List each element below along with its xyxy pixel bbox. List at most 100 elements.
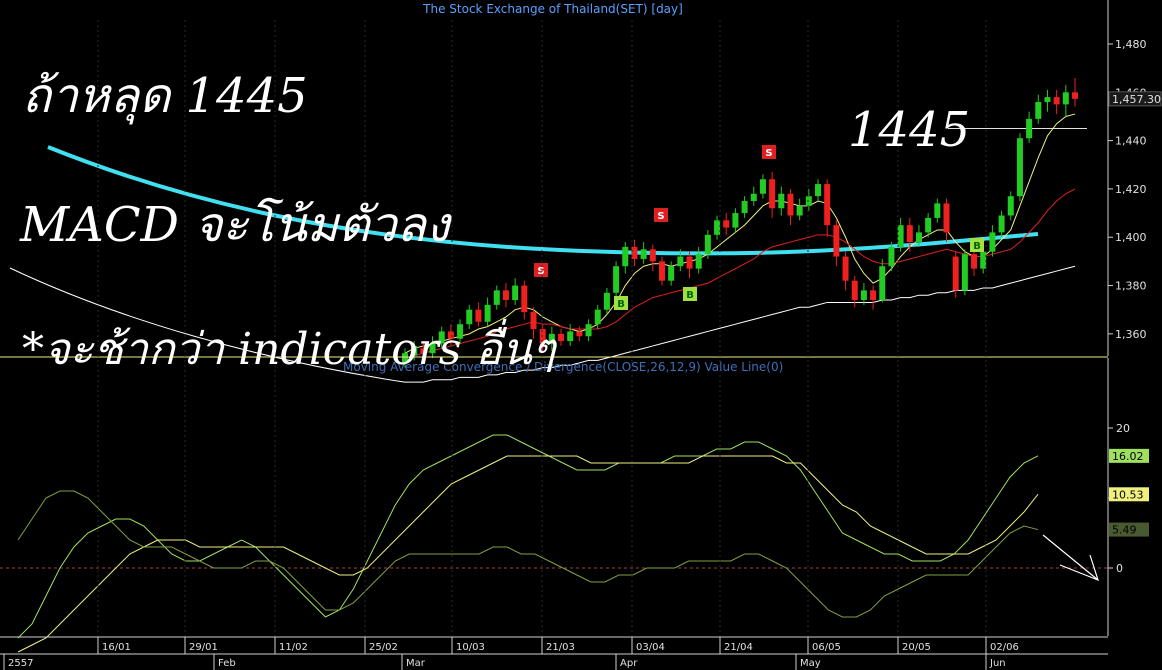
down-arrow-icon — [1042, 534, 1099, 582]
candle-body — [925, 217, 932, 233]
candle-body — [915, 232, 922, 243]
candle-body — [622, 246, 629, 267]
price-tick-label: 1,400 — [1115, 231, 1147, 244]
candle-body — [512, 285, 519, 301]
annotation-line2: MACD จะโน้มตัวลง — [19, 197, 453, 253]
candle-body — [585, 324, 592, 337]
candle-body — [677, 256, 684, 267]
month-label: Feb — [218, 658, 236, 669]
candle-body — [906, 225, 913, 243]
month-label: 2557 — [8, 658, 33, 669]
candle-body — [502, 290, 509, 301]
candle-body — [998, 215, 1005, 233]
candle-body — [971, 254, 978, 269]
signal-label: B — [617, 299, 625, 310]
macd-tick-label: 20 — [1116, 422, 1130, 435]
macd-value-label: 5.49 — [1112, 524, 1137, 537]
signal-label: B — [973, 241, 981, 252]
last-price-value: 1,457.30 — [1112, 93, 1161, 106]
candle-body — [870, 290, 877, 301]
candle-body — [1026, 118, 1033, 139]
ma-short-line — [404, 113, 1076, 354]
candle-body — [466, 309, 473, 325]
candle-body — [1072, 92, 1078, 99]
price-tick-label: 1,480 — [1115, 38, 1147, 51]
candle-body — [833, 225, 840, 257]
macd-value-label: 10.53 — [1112, 488, 1144, 501]
candle-body — [759, 179, 766, 194]
macd-panel — [0, 434, 1108, 653]
candle-body — [631, 246, 638, 259]
level-label: 1445 — [848, 102, 970, 158]
candle-body — [1053, 97, 1060, 105]
candle-body — [640, 249, 647, 259]
month-label: Jun — [989, 658, 1006, 669]
candle-body — [778, 193, 785, 209]
month-label: Apr — [620, 658, 638, 669]
date-label: 21/04 — [724, 642, 753, 653]
candle-body — [558, 333, 565, 342]
candle-body — [1016, 138, 1023, 197]
candle-body — [769, 179, 776, 209]
candle-body — [603, 292, 610, 310]
candle-body — [484, 304, 491, 322]
annotation-line1: ถ้าหลุด 1445 — [22, 68, 308, 125]
candle-body — [851, 280, 858, 301]
candle-body — [613, 266, 620, 293]
price-tick-label: 1,440 — [1115, 135, 1147, 148]
candle-body — [493, 290, 500, 305]
candle-body — [796, 205, 803, 216]
macd-series-line — [17, 434, 1039, 639]
chart-title: The Stock Exchange of Thailand(SET) [day… — [422, 2, 683, 16]
candle-body — [723, 220, 730, 228]
date-label: 10/03 — [456, 642, 485, 653]
annotation-line3: *จะช้ากว่า indicators อื่นๆ — [22, 318, 558, 375]
candle-body — [1044, 97, 1051, 102]
price-tick-label: 1,380 — [1115, 280, 1147, 293]
date-label: 29/01 — [189, 642, 218, 653]
candle-body — [934, 203, 941, 218]
date-label: 06/05 — [812, 642, 841, 653]
signal-label: S — [657, 211, 664, 222]
date-label: 21/03 — [546, 642, 575, 653]
candle-body — [943, 203, 950, 233]
candle-body — [888, 246, 895, 267]
set-daily-chart: The Stock Exchange of Thailand(SET) [day… — [0, 0, 1162, 670]
candle-body — [750, 193, 757, 201]
price-tick-label: 1,420 — [1115, 183, 1147, 196]
candle-body — [594, 309, 601, 325]
candle-body — [695, 254, 702, 269]
month-label: May — [800, 658, 821, 669]
signal-label: B — [686, 290, 694, 301]
candle-body — [741, 201, 748, 214]
candle-body — [576, 331, 583, 337]
candle-body — [649, 249, 656, 262]
candle-body — [824, 184, 831, 226]
candle-body — [980, 251, 987, 269]
month-label: Mar — [406, 658, 426, 669]
signal-label: S — [537, 266, 544, 277]
candle-body — [1007, 196, 1014, 216]
candle-body — [658, 261, 665, 281]
date-label: 20/05 — [902, 642, 931, 653]
candle-body — [686, 256, 693, 269]
price-tick-label: 1,360 — [1115, 328, 1147, 341]
candle-body — [815, 184, 822, 197]
candle-body — [952, 256, 959, 291]
date-label: 16/01 — [102, 642, 131, 653]
candle-body — [860, 290, 867, 301]
date-label: 02/06 — [990, 642, 1019, 653]
signal-label: S — [765, 148, 772, 159]
candle-body — [714, 220, 721, 235]
candle-body — [961, 254, 968, 291]
macd-value-label: 16.02 — [1112, 450, 1144, 463]
candle-body — [879, 266, 886, 301]
candle-body — [1062, 92, 1069, 105]
candle-body — [842, 256, 849, 281]
candle-body — [989, 232, 996, 252]
date-label: 03/04 — [636, 642, 665, 653]
macd-tick-label: 0 — [1116, 562, 1123, 575]
candle-body — [897, 225, 904, 247]
date-label: 11/02 — [279, 642, 308, 653]
candle-body — [475, 309, 482, 322]
